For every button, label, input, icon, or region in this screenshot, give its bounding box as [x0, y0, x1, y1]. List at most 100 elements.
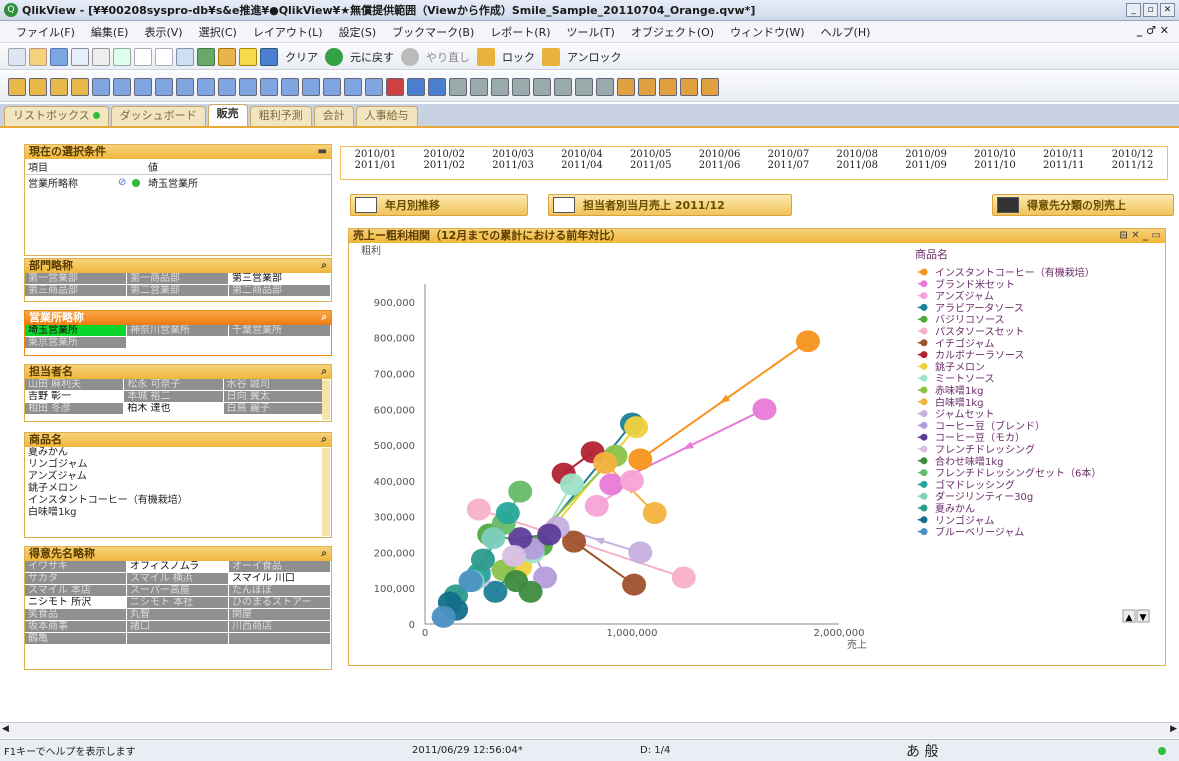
print-icon[interactable] — [71, 47, 89, 66]
list-item[interactable]: 笑食品 — [25, 609, 127, 621]
list-item[interactable]: 松永 可奈子 — [124, 379, 224, 391]
list-item[interactable]: 本城 裕二 — [124, 391, 224, 403]
month-cell[interactable]: 2011/12 — [1098, 160, 1167, 171]
list-item[interactable] — [127, 633, 229, 645]
list-item[interactable]: 水谷 誠司 — [223, 379, 323, 391]
list-item[interactable]: インスタントコーヒー（有機栽培） — [25, 495, 331, 507]
tab-accounting[interactable]: 会計 — [313, 106, 354, 126]
design-tool-icon[interactable] — [302, 77, 320, 96]
tab-profit-forecast[interactable]: 粗利予測 — [249, 106, 312, 126]
menu-object[interactable]: オブジェクト(O) — [631, 24, 714, 40]
menu-settings[interactable]: 設定(S) — [339, 24, 377, 40]
design-tool-icon[interactable] — [701, 77, 719, 96]
search-icon[interactable]: ⌕ — [321, 259, 327, 273]
design-tool-icon[interactable] — [617, 77, 635, 96]
menu-layout[interactable]: レイアウト(L) — [253, 24, 323, 40]
back-icon[interactable] — [325, 47, 343, 66]
tab-hr-payroll[interactable]: 人事給与 — [355, 106, 418, 126]
save-icon[interactable] — [50, 47, 68, 66]
list-item[interactable]: 川西商店 — [229, 621, 331, 633]
list-item[interactable]: オフィスノムラ — [127, 561, 229, 573]
design-tool-icon[interactable] — [386, 77, 404, 96]
design-tool-icon[interactable] — [533, 77, 551, 96]
list-item[interactable]: 相田 冬彦 — [25, 403, 125, 415]
list-item[interactable]: リンゴジャム — [25, 459, 331, 471]
list-item[interactable]: 白味噌1kg — [25, 507, 331, 519]
month-cell[interactable]: 2011/06 — [685, 160, 754, 171]
clear-button[interactable]: クリア — [281, 49, 322, 65]
search-icon[interactable]: ⌕ — [321, 547, 327, 561]
design-tool-icon[interactable] — [512, 77, 530, 96]
menu-help[interactable]: ヘルプ(H) — [821, 24, 871, 40]
list-item[interactable]: 関屋 — [229, 609, 331, 621]
copy-icon[interactable] — [113, 47, 131, 66]
design-tool-icon[interactable] — [365, 77, 383, 96]
design-tool-icon[interactable] — [323, 77, 341, 96]
menu-reports[interactable]: レポート(R) — [490, 24, 550, 40]
design-tool-icon[interactable] — [8, 77, 26, 96]
design-tool-icon[interactable] — [176, 77, 194, 96]
month-cell[interactable]: 2010/03 — [479, 149, 548, 160]
list-item[interactable]: 東京営業所 — [25, 337, 127, 349]
design-tool-icon[interactable] — [659, 77, 677, 96]
list-item[interactable]: ニシモト 所沢 — [25, 597, 127, 609]
month-cell[interactable]: 2010/04 — [548, 149, 617, 160]
month-cell[interactable]: 2011/08 — [823, 160, 892, 171]
list-item[interactable]: サカタ — [25, 573, 127, 585]
staff-monthly-sales-button[interactable]: 担当者別当月売上 2011/12 — [548, 194, 792, 216]
month-cell[interactable]: 2010/11 — [1029, 149, 1098, 160]
month-cell[interactable]: 2011/11 — [1029, 160, 1098, 171]
design-tool-icon[interactable] — [197, 77, 215, 96]
design-tool-icon[interactable] — [344, 77, 362, 96]
list-item[interactable]: スマイル 川口 — [229, 573, 331, 585]
new-document-icon[interactable] — [8, 47, 26, 66]
design-tool-icon[interactable] — [428, 77, 446, 96]
month-cell[interactable]: 2010/06 — [685, 149, 754, 160]
open-folder-icon[interactable] — [29, 47, 47, 66]
reload-icon[interactable] — [218, 47, 236, 66]
edit-script-icon[interactable] — [197, 47, 215, 66]
clear-field-icon[interactable]: ⊘ — [118, 177, 132, 188]
search-icon[interactable]: ⌕ — [321, 311, 327, 325]
month-cell[interactable]: 2011/03 — [479, 160, 548, 171]
scrollbar[interactable] — [322, 448, 330, 536]
horizontal-scrollbar[interactable]: ◀ ▶ — [0, 722, 1179, 738]
design-tool-icon[interactable] — [50, 77, 68, 96]
list-item[interactable]: 白鳥 麗子 — [223, 403, 323, 415]
month-cell[interactable]: 2010/07 — [754, 149, 823, 160]
list-item[interactable]: 銚子メロン — [25, 483, 331, 495]
list-item[interactable]: 山田 麻利夫 — [25, 379, 125, 391]
month-cell[interactable]: 2011/04 — [548, 160, 617, 171]
list-item[interactable]: スマイル 本店 — [25, 585, 127, 597]
design-tool-icon[interactable] — [218, 77, 236, 96]
menu-select[interactable]: 選択(C) — [199, 24, 237, 40]
month-cell[interactable]: 2011/02 — [410, 160, 479, 171]
maximize-button[interactable]: ▫ — [1143, 3, 1158, 17]
list-item[interactable]: 夏みかん — [25, 447, 331, 459]
unlock-button[interactable]: アンロック — [563, 49, 626, 65]
tab-dashboard[interactable]: ダッシュボード — [110, 106, 206, 126]
month-cell[interactable]: 2011/07 — [754, 160, 823, 171]
chart-window-icons[interactable]: ⊟ ✕ _ ▭ — [1119, 229, 1161, 243]
list-item[interactable]: 神奈川営業所 — [127, 325, 229, 337]
design-tool-icon[interactable] — [134, 77, 152, 96]
back-button[interactable]: 元に戻す — [346, 49, 398, 65]
month-cell[interactable]: 2010/10 — [961, 149, 1030, 160]
scroll-left-icon[interactable]: ◀ — [2, 724, 9, 734]
month-cell[interactable]: 2010/09 — [892, 149, 961, 160]
menu-window[interactable]: ウィンドウ(W) — [730, 24, 804, 40]
list-item[interactable] — [229, 633, 331, 645]
list-item[interactable]: スマイル 横浜 — [127, 573, 229, 585]
list-item[interactable]: オーイ食品 — [229, 561, 331, 573]
list-item[interactable]: 第二商品部 — [229, 285, 331, 297]
design-tool-icon[interactable] — [155, 77, 173, 96]
selection-row[interactable]: 営業所略称 ⊘ 埼玉営業所 — [25, 175, 331, 190]
list-item[interactable]: アンズジャム — [25, 471, 331, 483]
list-item[interactable]: 日向 翼太 — [223, 391, 323, 403]
redo-button[interactable]: やり直し — [422, 49, 474, 65]
scatter-chart[interactable]: 0 100,000 200,000 300,000 400,000 500,000 600,… — [349, 244, 1165, 666]
list-item[interactable]: 諸口 — [127, 621, 229, 633]
lock-button[interactable]: ロック — [498, 49, 539, 65]
list-item[interactable]: 柏木 達也 — [124, 403, 224, 415]
search-icon[interactable]: ⌕ — [321, 433, 327, 447]
